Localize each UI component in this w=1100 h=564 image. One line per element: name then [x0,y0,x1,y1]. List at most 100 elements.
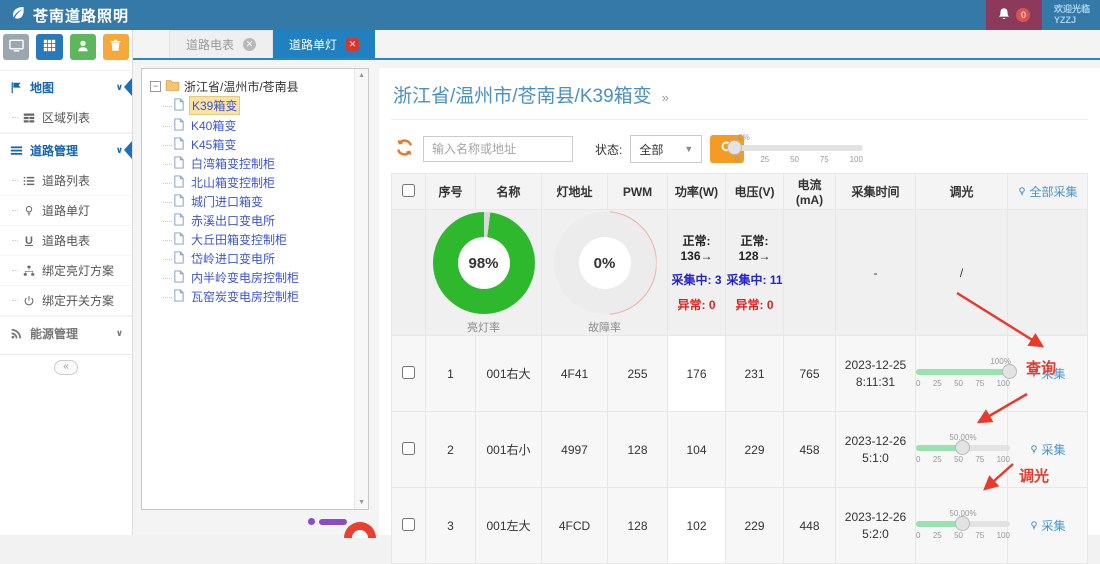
desktop-button[interactable] [3,34,29,60]
master-dimming-slider[interactable]: 0% 0255075100 [735,134,863,166]
scroll-down-icon[interactable]: ▼ [358,499,365,506]
tree-node[interactable]: K45箱变 [163,135,350,154]
time-cell: 2023-12-265:2:0 [836,488,916,564]
apps-button[interactable] [36,34,62,60]
sidebar-item-label: 道路列表 [42,172,90,189]
current-summary-cell [784,210,836,336]
collect-button[interactable]: 采集 [1029,365,1065,382]
caret-down-icon: ▼ [684,144,693,154]
file-icon [173,194,185,210]
tree-node[interactable]: 北山箱变控制柜 [163,173,350,192]
column-header: 名称 [476,174,542,210]
user-button[interactable] [70,34,96,60]
scroll-up-icon[interactable]: ▲ [358,72,365,79]
slider-tick: 75 [820,155,829,164]
column-header: 电压(V) [726,174,784,210]
sidebar-item-road-meter[interactable]: U 道路电表 [0,226,132,256]
slider-value-label: 0% [738,133,750,142]
close-icon[interactable]: ✕ [346,38,359,51]
sidebar-collapse-bar: « [0,354,132,380]
notifications-button[interactable]: 0 [986,0,1042,30]
slider-handle[interactable] [955,440,970,455]
sidebar-item-label: 绑定开关方案 [42,292,114,309]
sidebar-item-label: 区域列表 [42,109,90,126]
table-row: 2 001右小 4997 128 104 229 458 2023-12-265… [392,412,1088,488]
tree-root-node[interactable]: − 浙江省/温州市/苍南县 [150,78,350,95]
refresh-icon [395,138,414,160]
tree-node[interactable]: 城门进口箱变 [163,192,350,211]
slider-tick: 75 [975,531,984,540]
collect-button[interactable]: 采集 [1029,517,1065,534]
slider-handle[interactable] [727,140,742,155]
sidebar-item-road-list[interactable]: 道路列表 [0,166,132,196]
table-row: 3 001左大 4FCD 128 102 229 448 2023-12-265… [392,488,1088,564]
fault-rate-cell: 0% 故障率 [542,210,668,336]
tree-node[interactable]: K39箱变 [163,95,350,116]
tree-node[interactable]: 大丘田箱变控制柜 [163,230,350,249]
tree-node[interactable]: 内半岭变电房控制柜 [163,268,350,287]
grid-icon [43,39,56,55]
notification-badge: 0 [1016,8,1030,22]
status-label: 状态: [595,141,622,158]
slider-tick: 100 [997,455,1010,464]
slider-track[interactable] [916,369,1010,375]
row-dimming-slider[interactable]: 50.00% 0255075100 [916,510,1010,542]
app-title: 苍南道路照明 [33,5,129,26]
slider-ticks: 0255075100 [916,379,1010,388]
slider-handle[interactable] [955,516,970,531]
sidebar-collapse-button[interactable]: « [54,360,78,375]
welcome-user[interactable]: 欢迎光临 YZZJ [1042,0,1100,30]
leaf-icon [10,5,26,25]
file-icon [173,213,185,229]
column-header: 电流(mA) [784,174,836,210]
power-icon [22,295,36,307]
column-header: 灯地址 [542,174,608,210]
file-icon [173,118,185,134]
sidebar-item-bind-lighting-plan[interactable]: 绑定亮灯方案 [0,256,132,286]
tab-bar: 道路电表 ✕ 道路单灯 ✕ [133,30,1100,60]
slider-tick: 50 [954,531,963,540]
tree-node[interactable]: 白湾箱变控制柜 [163,154,350,173]
row-checkbox[interactable] [402,442,415,455]
status-select[interactable]: 全部 ▼ [630,135,702,163]
collect-button[interactable]: 采集 [1029,441,1065,458]
row-checkbox[interactable] [402,366,415,379]
slider-handle[interactable] [1002,364,1017,379]
tree-node[interactable]: 瓦窑炭变电房控制柜 [163,287,350,306]
collect-all-button[interactable]: 全部采集 [1017,183,1077,200]
file-icon [173,175,185,191]
row-dimming-slider[interactable]: 100% 0255075100 [916,358,1010,390]
pwm-cell: 128 [608,412,668,488]
close-icon[interactable]: ✕ [243,38,256,51]
tree-node[interactable]: 赤溪出口变电所 [163,211,350,230]
page-title: 浙江省/温州市/苍南县/K39箱变» [391,68,1088,120]
tab-road-single-light[interactable]: 道路单灯 ✕ [273,30,375,58]
sidebar-item-label: 道路电表 [42,232,90,249]
sidebar-group-map[interactable]: 地图 ∨ [0,70,132,103]
sidebar-item-bind-switch-plan[interactable]: 绑定开关方案 [0,286,132,316]
row-checkbox[interactable] [402,518,415,531]
tree-node[interactable]: 岱岭进口变电所 [163,249,350,268]
slider-tick: 25 [760,155,769,164]
slider-ticks: 0255075100 [916,531,1010,540]
light-rate-donut: 98% [433,212,535,314]
fault-rate-caption: 故障率 [542,319,667,335]
list-icon [22,175,36,187]
row-dimming-slider[interactable]: 50.00% 0255075100 [916,434,1010,466]
select-all-checkbox[interactable] [402,184,415,197]
trash-button[interactable] [103,34,129,60]
search-input[interactable] [423,136,573,162]
tree-scrollbar[interactable]: ▲ ▼ [354,69,368,509]
tree-expander-icon[interactable]: − [150,81,161,92]
slider-track[interactable] [735,145,863,151]
sidebar-item-road-single-light[interactable]: 道路单灯 [0,196,132,226]
slider-ticks: 0255075100 [916,455,1010,464]
slider-tick: 50 [790,155,799,164]
tree-node[interactable]: K40箱变 [163,116,350,135]
tab-road-meter[interactable]: 道路电表 ✕ [169,30,273,58]
sidebar-group-energy[interactable]: 能源管理 ∨ [0,316,132,349]
sidebar-group-road-management[interactable]: 道路管理 ∨ [0,133,132,166]
sidebar-item-area-list[interactable]: 区域列表 [0,103,132,133]
file-icon [173,156,185,172]
refresh-button[interactable] [393,138,415,160]
